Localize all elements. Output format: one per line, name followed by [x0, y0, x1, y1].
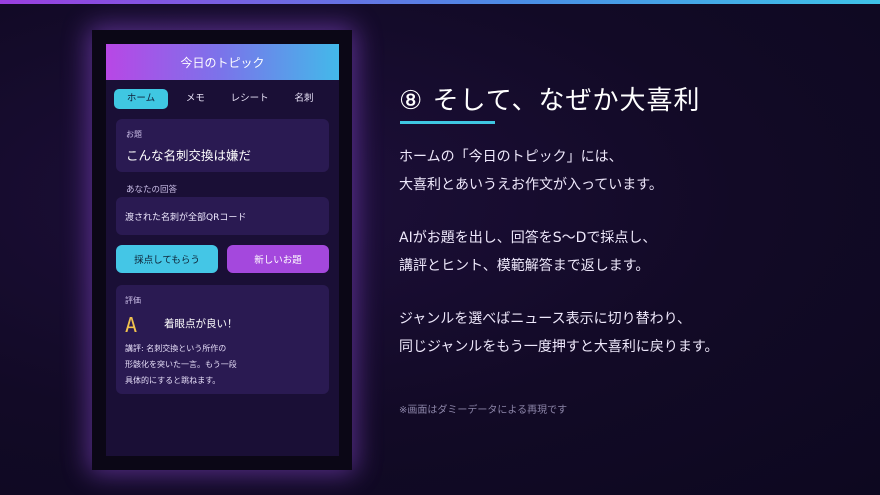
review-text: 講評: 名刺交換という所作の 形骸化を突いた一言。もう一段 具体的にすると跳ねま… — [125, 341, 325, 389]
topic-card: お題 こんな名刺交換は嫌だ — [116, 119, 329, 172]
evaluation-card: 評価 A 着眼点が良い！ 講評: 名刺交換という所作の 形骸化を突いた一言。もう… — [116, 285, 329, 394]
answer-label: あなたの回答 — [126, 185, 178, 195]
tab-home[interactable]: ホーム — [114, 89, 168, 109]
heading-underline — [400, 121, 495, 124]
slide-heading: ⑧ そして、なぜか大喜利 — [399, 86, 701, 116]
grade-comment: 着眼点が良い！ — [164, 318, 238, 330]
answer-text: 渡された名刺が全部QRコード — [125, 213, 247, 223]
paragraph-line: 大喜利とあいうえお作文が入っています。 — [399, 177, 663, 193]
paragraph-line: 講評とヒント、模範解答まで返します。 — [399, 258, 650, 274]
review-line: 講評: 名刺交換という所作の — [125, 344, 227, 353]
tab-receipt[interactable]: レシート — [223, 89, 277, 109]
tab-bar: ホーム メモ レシート 名刺 — [114, 89, 331, 109]
dummy-data-note: ※画面はダミーデータによる再現です — [399, 405, 568, 416]
paragraph-ai-scoring: AIがお題を出し、回答をS〜Dで採点し、 講評とヒント、模範解答まで返します。 — [399, 224, 656, 280]
app-header: 今日のトピック — [106, 44, 339, 80]
evaluation-label: 評価 — [125, 296, 141, 305]
paragraph-line: 同じジャンルをもう一度押すと大喜利に戻ります。 — [399, 339, 719, 355]
paragraph-line: AIがお題を出し、回答をS〜Dで採点し、 — [399, 230, 657, 246]
paragraph-genre-switch: ジャンルを選べばニュース表示に切り替わり、 同じジャンルをもう一度押すと大喜利に… — [399, 305, 718, 361]
tab-business-card[interactable]: 名刺 — [277, 89, 331, 109]
paragraph-topic-intro: ホームの「今日のトピック」には、 大喜利とあいうえお作文が入っています。 — [399, 143, 663, 199]
paragraph-line: ホームの「今日のトピック」には、 — [399, 149, 623, 165]
new-topic-button[interactable]: 新しいお題 — [227, 245, 329, 273]
score-button[interactable]: 採点してもらう — [116, 245, 218, 273]
phone-screen: 今日のトピック ホーム メモ レシート 名刺 お題 こんな名刺交換は嫌だ あなた… — [106, 44, 339, 456]
top-accent-bar — [0, 0, 880, 4]
tab-memo[interactable]: メモ — [168, 89, 222, 109]
review-line: 形骸化を突いた一言。もう一段 — [125, 360, 237, 369]
app-title: 今日のトピック — [180, 55, 265, 70]
grade-badge: A — [125, 313, 138, 337]
review-line: 具体的にすると跳ねます。 — [125, 376, 221, 385]
paragraph-line: ジャンルを選べばニュース表示に切り替わり、 — [399, 311, 692, 327]
topic-text: こんな名刺交換は嫌だ — [126, 148, 252, 163]
answer-input[interactable]: 渡された名刺が全部QRコード — [116, 197, 329, 235]
topic-label: お題 — [126, 130, 142, 139]
